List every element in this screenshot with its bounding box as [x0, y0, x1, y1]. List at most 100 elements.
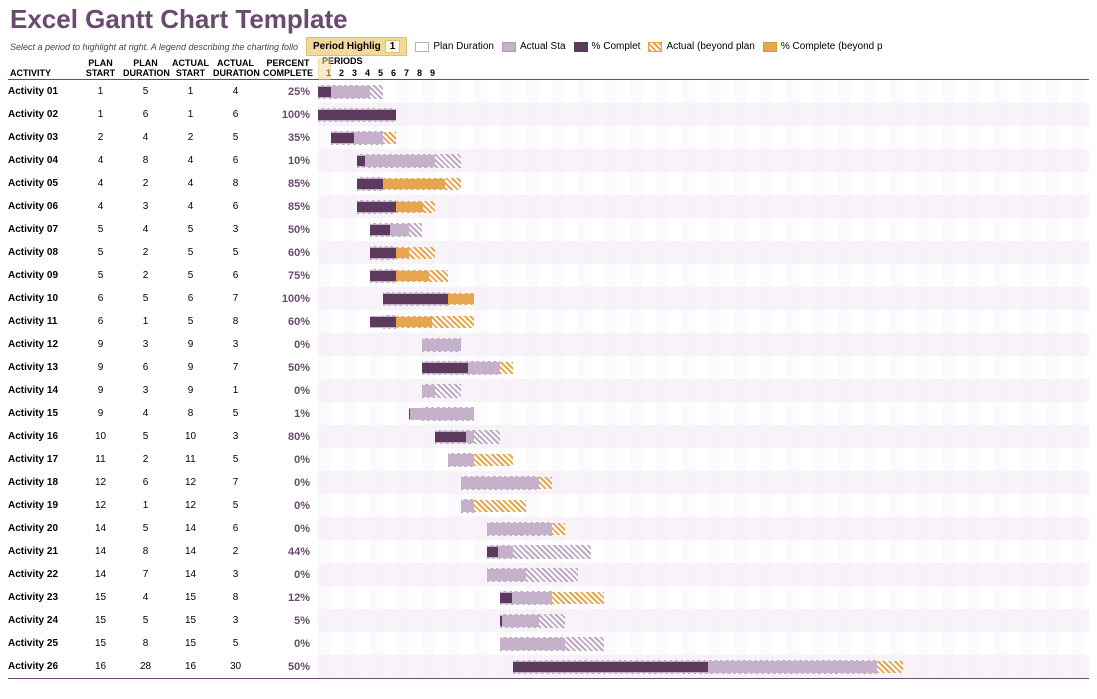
- plan-duration-cell[interactable]: 8: [123, 546, 168, 557]
- percent-complete-cell[interactable]: 0%: [258, 477, 318, 489]
- table-row[interactable]: Activity 06434685%: [8, 195, 1089, 218]
- actual-start-cell[interactable]: 1: [168, 86, 213, 97]
- plan-start-cell[interactable]: 2: [78, 132, 123, 143]
- actual-duration-cell[interactable]: 3: [213, 224, 258, 235]
- actual-start-cell[interactable]: 14: [168, 569, 213, 580]
- plan-start-cell[interactable]: 9: [78, 408, 123, 419]
- period-highlight-control[interactable]: Period Highlig 1: [306, 37, 407, 56]
- plan-duration-cell[interactable]: 6: [123, 477, 168, 488]
- actual-duration-cell[interactable]: 30: [213, 661, 258, 672]
- actual-duration-cell[interactable]: 7: [213, 362, 258, 373]
- plan-duration-cell[interactable]: 8: [123, 638, 168, 649]
- plan-start-cell[interactable]: 5: [78, 224, 123, 235]
- percent-complete-cell[interactable]: 60%: [258, 247, 318, 259]
- actual-start-cell[interactable]: 4: [168, 178, 213, 189]
- plan-duration-cell[interactable]: 7: [123, 569, 168, 580]
- plan-start-cell[interactable]: 5: [78, 247, 123, 258]
- table-row[interactable]: Activity 07545350%: [8, 218, 1089, 241]
- plan-duration-cell[interactable]: 4: [123, 592, 168, 603]
- actual-start-cell[interactable]: 15: [168, 615, 213, 626]
- plan-duration-cell[interactable]: 2: [123, 247, 168, 258]
- actual-start-cell[interactable]: 16: [168, 661, 213, 672]
- actual-duration-cell[interactable]: 8: [213, 592, 258, 603]
- plan-duration-cell[interactable]: 6: [123, 109, 168, 120]
- actual-duration-cell[interactable]: 5: [213, 638, 258, 649]
- plan-start-cell[interactable]: 10: [78, 431, 123, 442]
- actual-duration-cell[interactable]: 3: [213, 615, 258, 626]
- percent-complete-cell[interactable]: 100%: [258, 109, 318, 121]
- actual-duration-cell[interactable]: 8: [213, 178, 258, 189]
- percent-complete-cell[interactable]: 0%: [258, 385, 318, 397]
- actual-start-cell[interactable]: 11: [168, 454, 213, 465]
- plan-start-cell[interactable]: 14: [78, 523, 123, 534]
- table-row[interactable]: Activity 201451460%: [8, 517, 1089, 540]
- table-row[interactable]: Activity 08525560%: [8, 241, 1089, 264]
- plan-start-cell[interactable]: 15: [78, 615, 123, 626]
- plan-duration-cell[interactable]: 5: [123, 293, 168, 304]
- actual-duration-cell[interactable]: 5: [213, 247, 258, 258]
- table-row[interactable]: Activity 1493910%: [8, 379, 1089, 402]
- percent-complete-cell[interactable]: 85%: [258, 178, 318, 190]
- percent-complete-cell[interactable]: 60%: [258, 316, 318, 328]
- plan-start-cell[interactable]: 12: [78, 500, 123, 511]
- table-row[interactable]: Activity 1610510380%: [8, 425, 1089, 448]
- table-row[interactable]: Activity 1594851%: [8, 402, 1089, 425]
- plan-duration-cell[interactable]: 1: [123, 500, 168, 511]
- plan-start-cell[interactable]: 1: [78, 109, 123, 120]
- percent-complete-cell[interactable]: 85%: [258, 201, 318, 213]
- plan-duration-cell[interactable]: 5: [123, 615, 168, 626]
- plan-duration-cell[interactable]: 2: [123, 178, 168, 189]
- percent-complete-cell[interactable]: 0%: [258, 638, 318, 650]
- plan-duration-cell[interactable]: 4: [123, 224, 168, 235]
- actual-duration-cell[interactable]: 7: [213, 477, 258, 488]
- table-row[interactable]: Activity 221471430%: [8, 563, 1089, 586]
- actual-start-cell[interactable]: 12: [168, 500, 213, 511]
- actual-start-cell[interactable]: 9: [168, 362, 213, 373]
- plan-duration-cell[interactable]: 3: [123, 385, 168, 396]
- actual-start-cell[interactable]: 14: [168, 523, 213, 534]
- table-row[interactable]: Activity 13969750%: [8, 356, 1089, 379]
- plan-start-cell[interactable]: 6: [78, 293, 123, 304]
- plan-start-cell[interactable]: 15: [78, 592, 123, 603]
- percent-complete-cell[interactable]: 80%: [258, 431, 318, 443]
- plan-duration-cell[interactable]: 2: [123, 270, 168, 281]
- plan-duration-cell[interactable]: 8: [123, 155, 168, 166]
- plan-duration-cell[interactable]: 1: [123, 316, 168, 327]
- actual-duration-cell[interactable]: 4: [213, 86, 258, 97]
- actual-start-cell[interactable]: 5: [168, 270, 213, 281]
- actual-start-cell[interactable]: 15: [168, 638, 213, 649]
- percent-complete-cell[interactable]: 12%: [258, 592, 318, 604]
- plan-start-cell[interactable]: 9: [78, 362, 123, 373]
- actual-start-cell[interactable]: 4: [168, 201, 213, 212]
- actual-duration-cell[interactable]: 6: [213, 523, 258, 534]
- plan-start-cell[interactable]: 5: [78, 270, 123, 281]
- table-row[interactable]: Activity 261628163050%: [8, 655, 1089, 678]
- table-row[interactable]: Activity 1293930%: [8, 333, 1089, 356]
- plan-duration-cell[interactable]: 5: [123, 523, 168, 534]
- percent-complete-cell[interactable]: 5%: [258, 615, 318, 627]
- table-row[interactable]: Activity 171121150%: [8, 448, 1089, 471]
- actual-duration-cell[interactable]: 3: [213, 431, 258, 442]
- plan-start-cell[interactable]: 9: [78, 385, 123, 396]
- plan-duration-cell[interactable]: 28: [123, 661, 168, 672]
- actual-duration-cell[interactable]: 5: [213, 500, 258, 511]
- table-row[interactable]: Activity 01151425%: [8, 80, 1089, 103]
- percent-complete-cell[interactable]: 50%: [258, 661, 318, 673]
- table-row[interactable]: Activity 2114814244%: [8, 540, 1089, 563]
- actual-start-cell[interactable]: 5: [168, 247, 213, 258]
- plan-start-cell[interactable]: 9: [78, 339, 123, 350]
- table-row[interactable]: Activity 106567100%: [8, 287, 1089, 310]
- plan-start-cell[interactable]: 14: [78, 569, 123, 580]
- table-row[interactable]: Activity 03242535%: [8, 126, 1089, 149]
- actual-duration-cell[interactable]: 6: [213, 109, 258, 120]
- plan-start-cell[interactable]: 6: [78, 316, 123, 327]
- actual-duration-cell[interactable]: 5: [213, 132, 258, 143]
- plan-duration-cell[interactable]: 6: [123, 362, 168, 373]
- plan-duration-cell[interactable]: 4: [123, 132, 168, 143]
- actual-duration-cell[interactable]: 6: [213, 155, 258, 166]
- actual-start-cell[interactable]: 10: [168, 431, 213, 442]
- actual-start-cell[interactable]: 1: [168, 109, 213, 120]
- percent-complete-cell[interactable]: 50%: [258, 224, 318, 236]
- actual-start-cell[interactable]: 9: [168, 339, 213, 350]
- table-row[interactable]: Activity 04484610%: [8, 149, 1089, 172]
